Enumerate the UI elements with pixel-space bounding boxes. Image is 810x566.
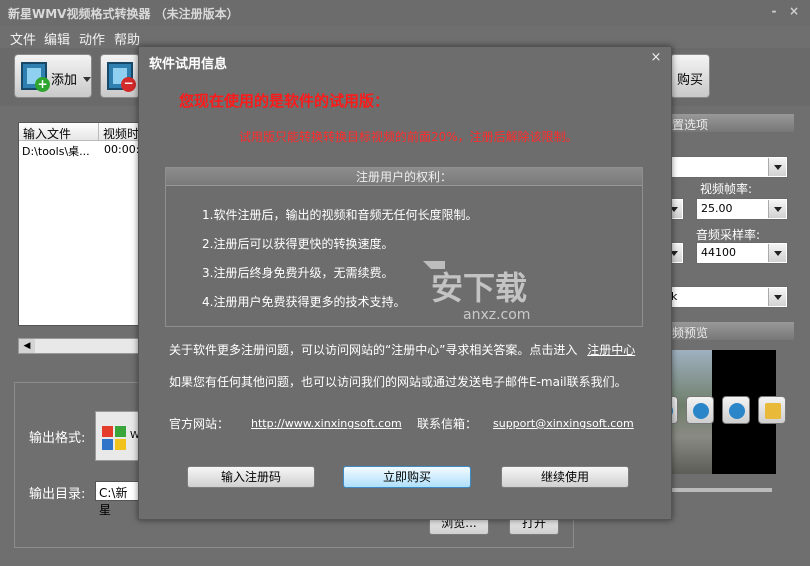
site-link[interactable]: http://www.xinxingsoft.com <box>251 417 402 430</box>
enter-code-button[interactable]: 输入注册码 <box>187 466 315 488</box>
rights-item: 2.注册后可以获得更快的转换速度。 <box>202 237 394 251</box>
help-paragraph: 关于软件更多注册问题，可以访问网站的“注册中心”寻求相关答案。点击进入 注册中心 <box>169 341 635 358</box>
buy-now-button[interactable]: 立即购买 <box>343 466 471 488</box>
trial-headline: 您现在使用的是软件的试用版： <box>179 92 390 110</box>
svg-text:anxz.com: anxz.com <box>463 307 530 323</box>
watermark-logo: 安下载 anxz.com <box>423 261 530 323</box>
rights-header: 注册用户的权利： <box>166 168 642 186</box>
help-text: 关于软件更多注册问题，可以访问网站的“注册中心”寻求相关答案。点击进入 <box>169 343 578 357</box>
close-icon[interactable]: × <box>649 51 663 65</box>
registered-rights-box: 注册用户的权利： 1.软件注册后，输出的视频和音频无任何长度限制。 2.注册后可… <box>165 167 643 327</box>
contact-paragraph: 如果您有任何其他问题，也可以访问我们的网站或通过发送电子邮件E-mail联系我们… <box>169 375 627 389</box>
dialog-title: 软件试用信息 <box>149 57 228 72</box>
rights-item: 3.注册后终身免费升级，无需续费。 <box>202 266 394 280</box>
site-label: 官方网站： <box>169 417 230 431</box>
trial-info-dialog: 软件试用信息 × 您现在使用的是软件的试用版： 试用版只能转换转换目标视频的前面… <box>138 46 672 520</box>
rights-item: 4.注册用户免费获得更多的技术支持。 <box>202 295 406 309</box>
continue-button[interactable]: 继续使用 <box>501 466 629 488</box>
rights-item: 1.软件注册后，输出的视频和音频无任何长度限制。 <box>202 208 478 222</box>
trial-limit-text: 试用版只能转换转换目标视频的前面20%，注册后解除该限制。 <box>239 130 578 144</box>
modal-overlay: 软件试用信息 × 您现在使用的是软件的试用版： 试用版只能转换转换目标视频的前面… <box>0 0 810 566</box>
svg-text:安下载: 安下载 <box>431 269 527 307</box>
register-center-link[interactable]: 注册中心 <box>587 343 635 357</box>
mail-label: 联系信箱： <box>417 417 478 431</box>
mail-link[interactable]: support@xinxingsoft.com <box>493 417 634 430</box>
